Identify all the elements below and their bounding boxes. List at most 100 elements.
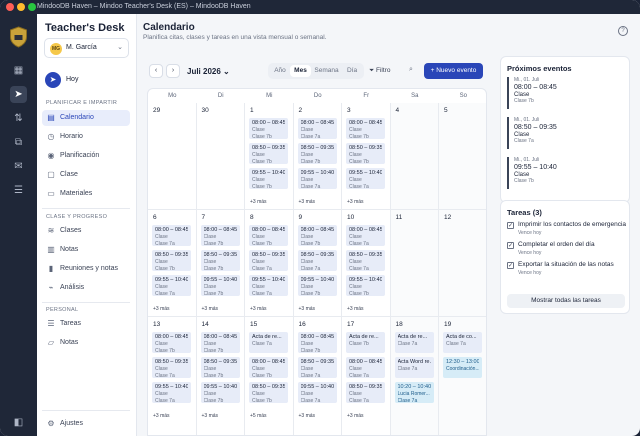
calendar-day-cell[interactable]: 19 Acta de co... Clase 7a 12:30 – 13:00 Coor… (439, 317, 486, 435)
calendar-event[interactable]: 08:50 – 09:35 Clase Clase 7b (152, 250, 191, 271)
calendar-event[interactable]: 08:00 – 08:45 Clase Clase 7a (346, 357, 385, 378)
task-item[interactable]: ✓ Completar el orden del día Vence hoy (507, 241, 627, 257)
calendar-event[interactable]: Acta Word re... Clase 7a (394, 357, 434, 378)
calendar-event[interactable]: Acta de re... Clase 7b (346, 332, 385, 353)
sidebar-item-schedule[interactable]: ◷ Horario (42, 129, 130, 145)
view-week-tab[interactable]: Semana (312, 65, 341, 77)
task-item[interactable]: ✓ Exportar la situación de las notas Ven… (507, 261, 627, 277)
sidebar-item-planning[interactable]: ◉ Planificación (42, 148, 130, 164)
calendar-event[interactable]: 12:30 – 13:00 Coordinación... (443, 357, 482, 378)
more-events-link[interactable]: +3 más (250, 199, 267, 205)
more-events-link[interactable]: +3 más (299, 413, 316, 419)
calendar-event[interactable]: Acta de co... Clase 7a (443, 332, 482, 353)
calendar-event[interactable]: 08:50 – 09:35 Clase Clase 7b (200, 357, 240, 378)
upcoming-event[interactable]: Mi., 01. Juli 09:55 – 10:40 Clase Clase … (507, 157, 625, 189)
help-icon[interactable]: ? (618, 26, 628, 36)
calendar-day-cell[interactable]: 30 (196, 103, 245, 210)
calendar-event[interactable]: Acta de re... Clase 7a (394, 332, 434, 353)
calendar-event[interactable]: 08:00 – 08:45 Clase Clase 7b (200, 332, 240, 353)
calendar-event[interactable]: Acta de re... Clase 7a (249, 332, 288, 353)
calendar-event[interactable]: 08:00 – 08:45 Clase Clase 7a (346, 225, 385, 246)
calendar-day-cell[interactable]: 6 08:00 – 08:45 Clase Clase 7a 08:50 – 09:35… (148, 210, 197, 317)
calendar-event[interactable]: 09:55 – 10:40 Clase Clase 7b (346, 275, 385, 296)
view-month-tab[interactable]: Mes (290, 65, 311, 77)
calendar-day-cell[interactable]: 11 (390, 210, 439, 317)
calendar-day-cell[interactable]: 7 08:00 – 08:45 Clase Clase 7b 08:50 – 09:35… (196, 210, 245, 317)
more-events-link[interactable]: +5 más (250, 413, 267, 419)
calendar-day-cell[interactable]: 8 08:00 – 08:45 Clase Clase 7b 08:50 – 09:35… (245, 210, 294, 317)
sidebar-item-notes[interactable]: ▱ Notas (42, 335, 130, 351)
calendar-event[interactable]: 09:55 – 10:40 Clase Clase 7a (297, 382, 337, 403)
calendar-event[interactable]: 09:55 – 10:40 Clase Clase 7b (200, 275, 240, 296)
user-selector[interactable]: MG M. García ⌄ (44, 38, 129, 58)
calendar-day-cell[interactable]: 18 Acta de re... Clase 7a Acta Word re... Cl… (390, 317, 439, 435)
calendar-event[interactable]: 08:00 – 08:45 Clase Clase 7b (249, 118, 288, 139)
more-events-link[interactable]: +3 más (202, 413, 219, 419)
new-event-button[interactable]: + Nuevo evento (424, 63, 483, 79)
more-events-link[interactable]: +3 más (347, 413, 364, 419)
view-year-tab[interactable]: Año (270, 65, 290, 77)
calendar-event[interactable]: 08:00 – 08:45 Clase Clase 7a (297, 118, 337, 139)
prev-month-button[interactable]: ‹ (149, 64, 163, 78)
calendar-event[interactable]: 09:55 – 10:40 Clase Clase 7b (200, 382, 240, 403)
calendar-event[interactable]: 08:50 – 09:35 Clase Clase 7a (346, 250, 385, 271)
calendar-day-cell[interactable]: 4 (390, 103, 439, 210)
calendar-event[interactable]: 08:00 – 08:45 Clase Clase 7b (249, 225, 288, 246)
more-events-link[interactable]: +3 más (347, 306, 364, 312)
sidebar-item-classes[interactable]: ≋ Clases (42, 223, 130, 239)
calendar-event[interactable]: 09:55 – 10:40 Clase Clase 7a (152, 382, 191, 403)
search-icon[interactable]: ⌕ (409, 66, 413, 74)
more-events-link[interactable]: +3 más (299, 199, 316, 205)
calendar-event[interactable]: 08:00 – 08:45 Clase Clase 7b (249, 357, 288, 378)
calendar-event[interactable]: 08:00 – 08:45 Clase Clase 7b (152, 332, 191, 353)
sidebar-item-grades[interactable]: ▥ Notas (42, 242, 130, 258)
calendar-event[interactable]: 08:00 – 08:45 Clase Clase 7b (346, 118, 385, 139)
show-all-tasks-button[interactable]: Mostrar todas las tareas (507, 294, 625, 308)
sidebar-toggle-icon[interactable]: ◧ (10, 414, 27, 431)
sidebar-item-meetings[interactable]: ▮ Reuniones y notas (42, 261, 130, 277)
calendar-day-cell[interactable]: 2 08:00 – 08:45 Clase Clase 7a 08:50 – 09:35… (293, 103, 342, 210)
calendar-event[interactable]: 10:20 – 10:40 Lucia Romer... Clase 7a (394, 382, 434, 403)
calendar-day-cell[interactable]: 10 08:00 – 08:45 Clase Clase 7a 08:50 – 09:3… (342, 210, 391, 317)
calendar-event[interactable]: 08:50 – 09:35 Clase Clase 7a (297, 250, 337, 271)
more-events-link[interactable]: +3 más (299, 306, 316, 312)
calendar-day-cell[interactable]: 16 08:00 – 08:45 Clase Clase 7b 08:50 – 09:3… (294, 317, 342, 435)
task-item[interactable]: ✓ Imprimir los contactos de emergencia V… (507, 221, 627, 237)
calendar-day-cell[interactable]: 17 Acta de re... Clase 7b 08:00 – 08:45 Clas… (342, 317, 391, 435)
calendar-day-cell[interactable]: 1 08:00 – 08:45 Clase Clase 7b 08:50 – 09:35… (245, 103, 294, 210)
calendar-event[interactable]: 09:55 – 10:40 Clase Clase 7a (297, 168, 337, 189)
calendar-event[interactable]: 08:00 – 08:45 Clase Clase 7b (297, 225, 337, 246)
sidebar-item-materials[interactable]: ▭ Materiales (42, 186, 130, 202)
close-window-button[interactable] (6, 3, 14, 11)
calendar-day-cell[interactable]: 14 08:00 – 08:45 Clase Clase 7b 08:50 – 09:3… (197, 317, 245, 435)
calendar-day-cell[interactable]: 15 Acta de re... Clase 7a 08:00 – 08:45 Clas… (245, 317, 294, 435)
filter-button[interactable]: ⏷ Filtro (369, 63, 403, 79)
calendar-day-cell[interactable]: 9 08:00 – 08:45 Clase Clase 7b 08:50 – 09:35… (293, 210, 342, 317)
calendar-day-cell[interactable]: 12 (439, 210, 486, 317)
dashboard-icon[interactable]: ▦ (10, 62, 27, 79)
calendar-event[interactable]: 09:55 – 10:40 Clase Clase 7a (152, 275, 191, 296)
sidebar-item-settings[interactable]: ⚙ Ajustes (42, 416, 130, 432)
calendar-day-cell[interactable]: 13 08:00 – 08:45 Clase Clase 7b 08:50 – 09:3… (148, 317, 197, 435)
more-events-link[interactable]: +3 más (347, 199, 364, 205)
sync-icon[interactable]: ⇅ (10, 110, 27, 127)
calendar-event[interactable]: 08:50 – 09:35 Clase Clase 7a (152, 357, 191, 378)
checkbox-checked-icon[interactable]: ✓ (507, 222, 514, 229)
checkbox-checked-icon[interactable]: ✓ (507, 242, 514, 249)
calendar-event[interactable]: 09:55 – 10:40 Clase Clase 7a (346, 168, 385, 189)
more-events-link[interactable]: +3 más (250, 306, 267, 312)
calendar-event[interactable]: 08:50 – 09:35 Clase Clase 7b (297, 143, 337, 164)
upcoming-event[interactable]: Mi., 01. Juli 08:00 – 08:45 Clase Clase … (507, 77, 625, 109)
calendar-event[interactable]: 08:50 – 09:35 Clase Clase 7a (346, 382, 385, 403)
minimize-window-button[interactable] (17, 3, 25, 11)
sidebar-item-calendar[interactable]: ▤ Calendario (42, 110, 130, 126)
calendar-day-cell[interactable]: 5 (439, 103, 486, 210)
calendar-event[interactable]: 09:55 – 10:40 Clase Clase 7b (249, 168, 288, 189)
calendar-event[interactable]: 08:50 – 09:35 Clase Clase 7b (249, 382, 288, 403)
calendar-event[interactable]: 08:00 – 08:45 Clase Clase 7b (200, 225, 240, 246)
more-events-link[interactable]: +3 más (202, 306, 219, 312)
view-day-tab[interactable]: Día (342, 65, 362, 77)
next-month-button[interactable]: › (166, 64, 180, 78)
sidebar-item-class[interactable]: ▢ Clase (42, 167, 130, 183)
checkbox-checked-icon[interactable]: ✓ (507, 262, 514, 269)
